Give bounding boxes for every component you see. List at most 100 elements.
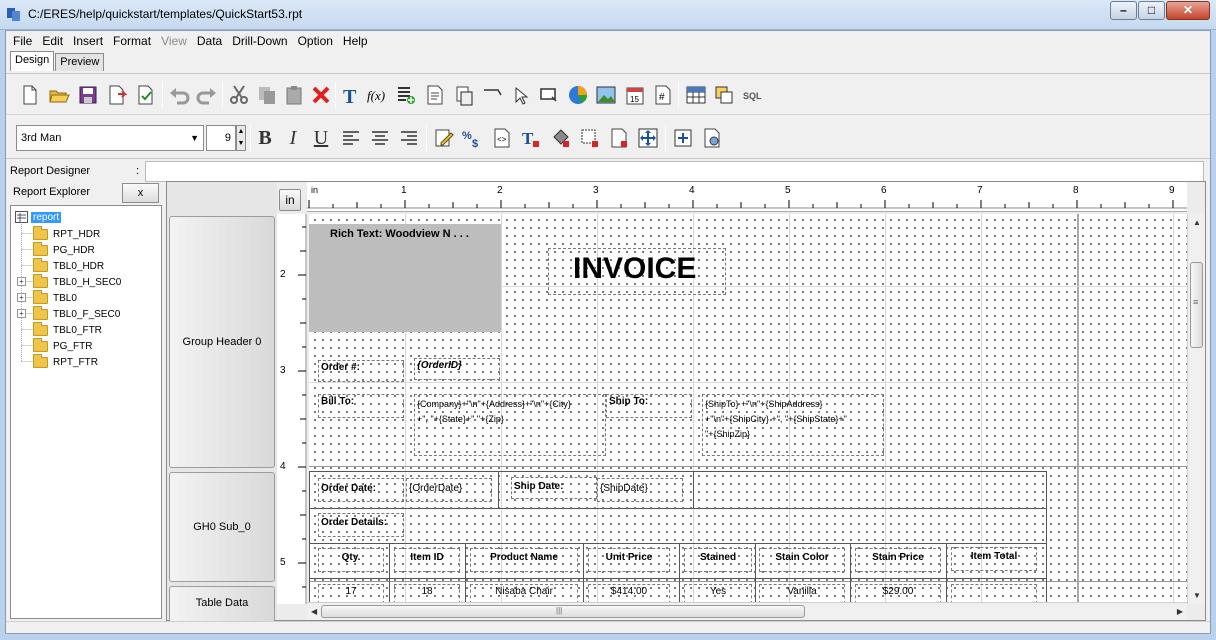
cell-stained[interactable]: Yes	[684, 584, 752, 604]
menu-file[interactable]: File	[8, 31, 37, 51]
tree-node-tbl0-h-sec0[interactable]: TBL0_H_SEC0	[33, 273, 121, 289]
page-number-icon[interactable]: #	[651, 83, 675, 107]
menu-help[interactable]: Help	[338, 31, 373, 51]
col-header-product-name[interactable]: Product Name	[470, 548, 578, 572]
fill-color-icon[interactable]	[549, 126, 573, 150]
horizontal-scrollbar[interactable]: ◀ ||| ▶	[307, 602, 1187, 620]
bill-to-field[interactable]: {Company}+"\n"+{Address}+"\n"+{City} +",…	[414, 394, 606, 456]
order-id-field[interactable]: {OrderID}	[414, 358, 500, 380]
minimize-button[interactable]: –	[1110, 1, 1137, 20]
field-border-icon[interactable]	[607, 126, 631, 150]
vertical-scroll-thumb[interactable]: ≡	[1190, 262, 1203, 348]
col-header-stained[interactable]: Stained	[684, 548, 752, 572]
sql-icon[interactable]: SQL	[742, 83, 766, 107]
tree-node-pg-ftr[interactable]: PG_FTR	[33, 337, 92, 353]
cell-stain-color[interactable]: Vanilla	[759, 584, 845, 604]
order-date-label[interactable]: Order Date:	[318, 478, 404, 502]
cell-unit-price[interactable]: $414.00	[588, 584, 670, 604]
paste-icon[interactable]	[282, 83, 306, 107]
percent-currency-icon[interactable]: % $	[461, 126, 485, 150]
formula-icon[interactable]: f(x)	[365, 83, 389, 107]
col-header-item-total[interactable]: Item Total	[951, 547, 1037, 571]
ship-to-label[interactable]: Ship To:	[606, 394, 692, 418]
expand-icon[interactable]: +	[17, 277, 26, 286]
unit-button[interactable]: in	[279, 189, 301, 211]
order-details-label[interactable]: Order Details:	[318, 513, 404, 537]
cell-qty[interactable]: 17	[318, 584, 384, 604]
italic-button[interactable]: I	[281, 126, 305, 150]
horizontal-scroll-thumb[interactable]: |||	[321, 605, 805, 618]
tree-node-tbl0-hdr[interactable]: TBL0_HDR	[33, 257, 104, 273]
bill-to-label[interactable]: Bill To:	[318, 394, 404, 418]
report-designer-field[interactable]	[145, 161, 1204, 182]
chart-icon[interactable]	[566, 83, 590, 107]
expand-icon[interactable]: +	[17, 293, 26, 302]
line-icon[interactable]	[481, 83, 505, 107]
order-number-label[interactable]: Order #:	[318, 360, 404, 382]
publish-icon[interactable]	[134, 83, 158, 107]
scroll-up-icon[interactable]: ▲	[1193, 218, 1201, 227]
invoice-title[interactable]: INVOICE	[548, 248, 726, 295]
scroll-left-icon[interactable]: ◀	[311, 607, 317, 616]
align-left-icon[interactable]	[339, 126, 363, 150]
text-icon[interactable]: T	[339, 83, 363, 107]
col-header-item-id[interactable]: Item ID	[394, 548, 460, 572]
fit-icon[interactable]	[671, 126, 695, 150]
font-size-input[interactable]: 9	[206, 125, 236, 151]
tree-node-tbl0[interactable]: TBL0	[33, 289, 77, 305]
menu-format[interactable]: Format	[108, 31, 156, 51]
expand-icon[interactable]: +	[17, 309, 26, 318]
font-family-select[interactable]: 3rd Man ▼	[16, 125, 204, 151]
order-date-field[interactable]: {OrderDate}	[406, 478, 492, 502]
pointer-icon[interactable]	[509, 83, 533, 107]
edit-icon[interactable]	[432, 126, 456, 150]
menu-data[interactable]: Data	[192, 31, 227, 51]
explorer-close-button[interactable]: x	[122, 183, 159, 203]
menu-insert[interactable]: Insert	[68, 31, 108, 51]
border-icon[interactable]	[578, 126, 602, 150]
vertical-scrollbar[interactable]: ▲ ≡ ▼	[1187, 214, 1205, 604]
cell-stain-price[interactable]: $29.00	[855, 584, 941, 604]
crosstab-icon[interactable]	[712, 83, 736, 107]
tree-node-tbl0-ftr[interactable]: TBL0_FTR	[33, 321, 102, 337]
ship-to-field[interactable]: {ShipTo} +"\n"+{ShipAddress} +"\n"+{Ship…	[702, 394, 884, 456]
new-icon[interactable]	[18, 83, 42, 107]
col-header-qty[interactable]: Qty.	[318, 548, 384, 572]
tree-node-rpt-ftr[interactable]: RPT_FTR	[33, 353, 98, 369]
col-header-unit-price[interactable]: Unit Price	[588, 548, 670, 572]
page-icon[interactable]	[423, 83, 447, 107]
open-icon[interactable]	[47, 83, 71, 107]
add-section-icon[interactable]	[394, 83, 418, 107]
cell-item-id[interactable]: 18	[394, 584, 460, 604]
text-color-icon[interactable]: T	[519, 126, 543, 150]
redo-icon[interactable]	[195, 83, 219, 107]
undo-icon[interactable]	[167, 83, 191, 107]
image-icon[interactable]	[594, 83, 618, 107]
band-table-data[interactable]: Table Data	[169, 586, 275, 626]
cell-product-name[interactable]: Nisaba Chair	[470, 584, 578, 604]
save-icon[interactable]	[76, 83, 100, 107]
code-icon[interactable]: <>	[490, 126, 514, 150]
ship-date-field[interactable]: {ShipDate}	[597, 478, 683, 502]
align-center-icon[interactable]	[368, 126, 392, 150]
move-icon[interactable]	[636, 126, 660, 150]
band-gh0-sub-0[interactable]: GH0 Sub_0	[169, 472, 275, 582]
font-size-spinner[interactable]: ▲ ▼	[236, 125, 246, 151]
scroll-down-icon[interactable]: ▼	[1193, 591, 1201, 600]
col-header-stain-price[interactable]: Stain Price	[855, 548, 941, 572]
rich-text-block[interactable]: Rich Text: Woodview N . . .	[309, 224, 501, 332]
menu-option[interactable]: Option	[293, 31, 338, 51]
cut-icon[interactable]	[227, 83, 251, 107]
copy-icon[interactable]	[255, 83, 279, 107]
subreport-icon[interactable]	[452, 83, 476, 107]
align-right-icon[interactable]	[397, 126, 421, 150]
ship-date-label[interactable]: Ship Date:	[511, 477, 597, 499]
rectangle-icon[interactable]	[537, 83, 561, 107]
underline-button[interactable]: U	[309, 126, 333, 150]
maximize-button[interactable]: □	[1138, 1, 1165, 20]
band-group-header-0[interactable]: Group Header 0	[169, 216, 275, 468]
scroll-right-icon[interactable]: ▶	[1177, 607, 1183, 616]
menu-edit[interactable]: Edit	[37, 31, 68, 51]
tab-design[interactable]: Design	[10, 51, 55, 71]
tab-preview[interactable]: Preview	[55, 53, 105, 71]
